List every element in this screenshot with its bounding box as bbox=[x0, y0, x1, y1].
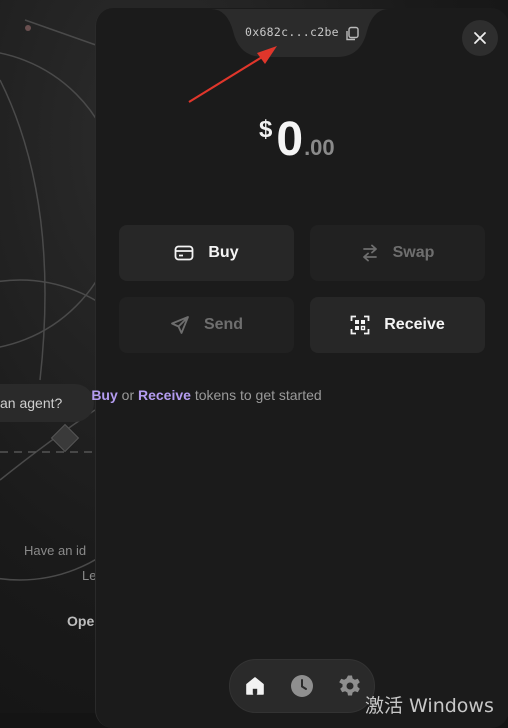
hint-receive-link[interactable]: Receive bbox=[138, 387, 191, 403]
swap-button[interactable]: Swap bbox=[310, 225, 485, 281]
card-icon bbox=[174, 245, 194, 261]
buy-label: Buy bbox=[208, 244, 239, 261]
nav-history[interactable] bbox=[285, 669, 319, 703]
send-button[interactable]: Send bbox=[119, 297, 294, 353]
receive-label: Receive bbox=[384, 316, 445, 333]
swap-icon bbox=[362, 244, 377, 262]
balance-integer: 0 bbox=[276, 113, 304, 166]
swap-label: Swap bbox=[392, 244, 435, 261]
close-button[interactable] bbox=[462, 20, 498, 56]
background-link[interactable]: Ope bbox=[67, 613, 94, 629]
annotation-arrow bbox=[188, 46, 277, 103]
nav-settings[interactable] bbox=[333, 669, 367, 703]
wallet-address: 0x682c...c2be bbox=[245, 25, 339, 39]
get-started-hint: Buy or Receive tokens to get started bbox=[0, 387, 413, 403]
history-icon bbox=[291, 675, 313, 697]
copy-icon[interactable] bbox=[344, 26, 360, 42]
send-label: Send bbox=[203, 316, 244, 333]
bottom-nav bbox=[229, 659, 375, 713]
balance-currency: $ bbox=[259, 116, 273, 143]
receive-button[interactable]: Receive bbox=[310, 297, 485, 353]
hint-rest: tokens to get started bbox=[190, 387, 322, 403]
send-icon bbox=[171, 316, 189, 334]
home-icon bbox=[246, 677, 264, 695]
close-icon bbox=[474, 32, 486, 44]
hint-buy-link[interactable]: Buy bbox=[91, 387, 117, 403]
buy-button[interactable]: Buy bbox=[119, 225, 294, 281]
windows-activation-watermark: 激活 Windows bbox=[365, 695, 494, 717]
background-text: Have an id bbox=[24, 543, 87, 558]
settings-icon bbox=[339, 675, 360, 696]
nav-home[interactable] bbox=[238, 669, 272, 703]
balance-decimal: .00 bbox=[304, 135, 335, 160]
hint-or: or bbox=[117, 387, 138, 403]
qr-scan-icon bbox=[350, 315, 370, 335]
balance-display: $0.00 bbox=[259, 112, 335, 167]
